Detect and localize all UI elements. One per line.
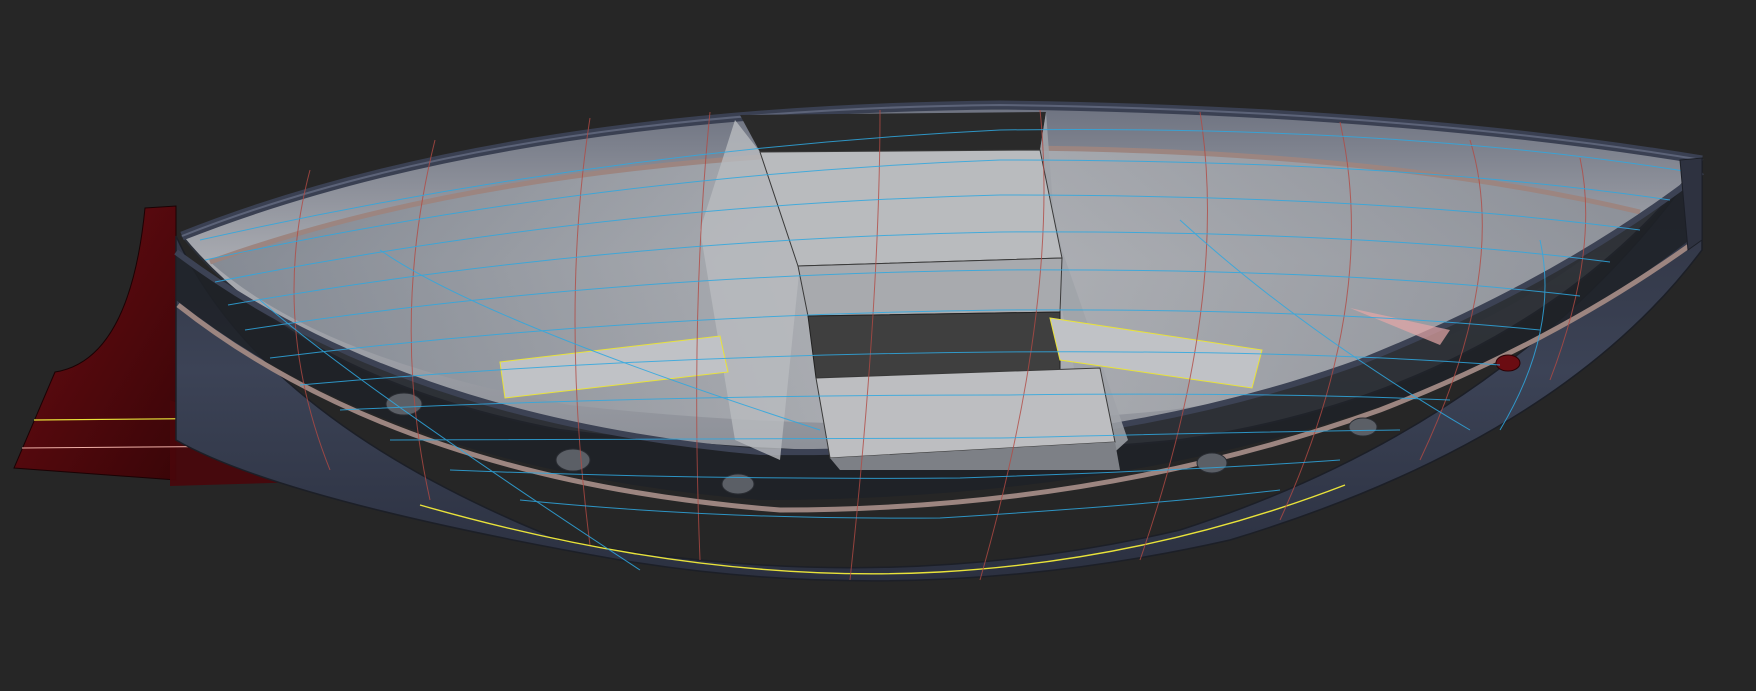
boat-hull-model[interactable] <box>0 0 1756 691</box>
porthole <box>385 392 423 416</box>
porthole <box>1348 417 1378 437</box>
porthole <box>1495 354 1521 372</box>
porthole <box>1196 452 1228 474</box>
porthole <box>555 448 591 472</box>
3d-viewport[interactable] <box>0 0 1756 691</box>
